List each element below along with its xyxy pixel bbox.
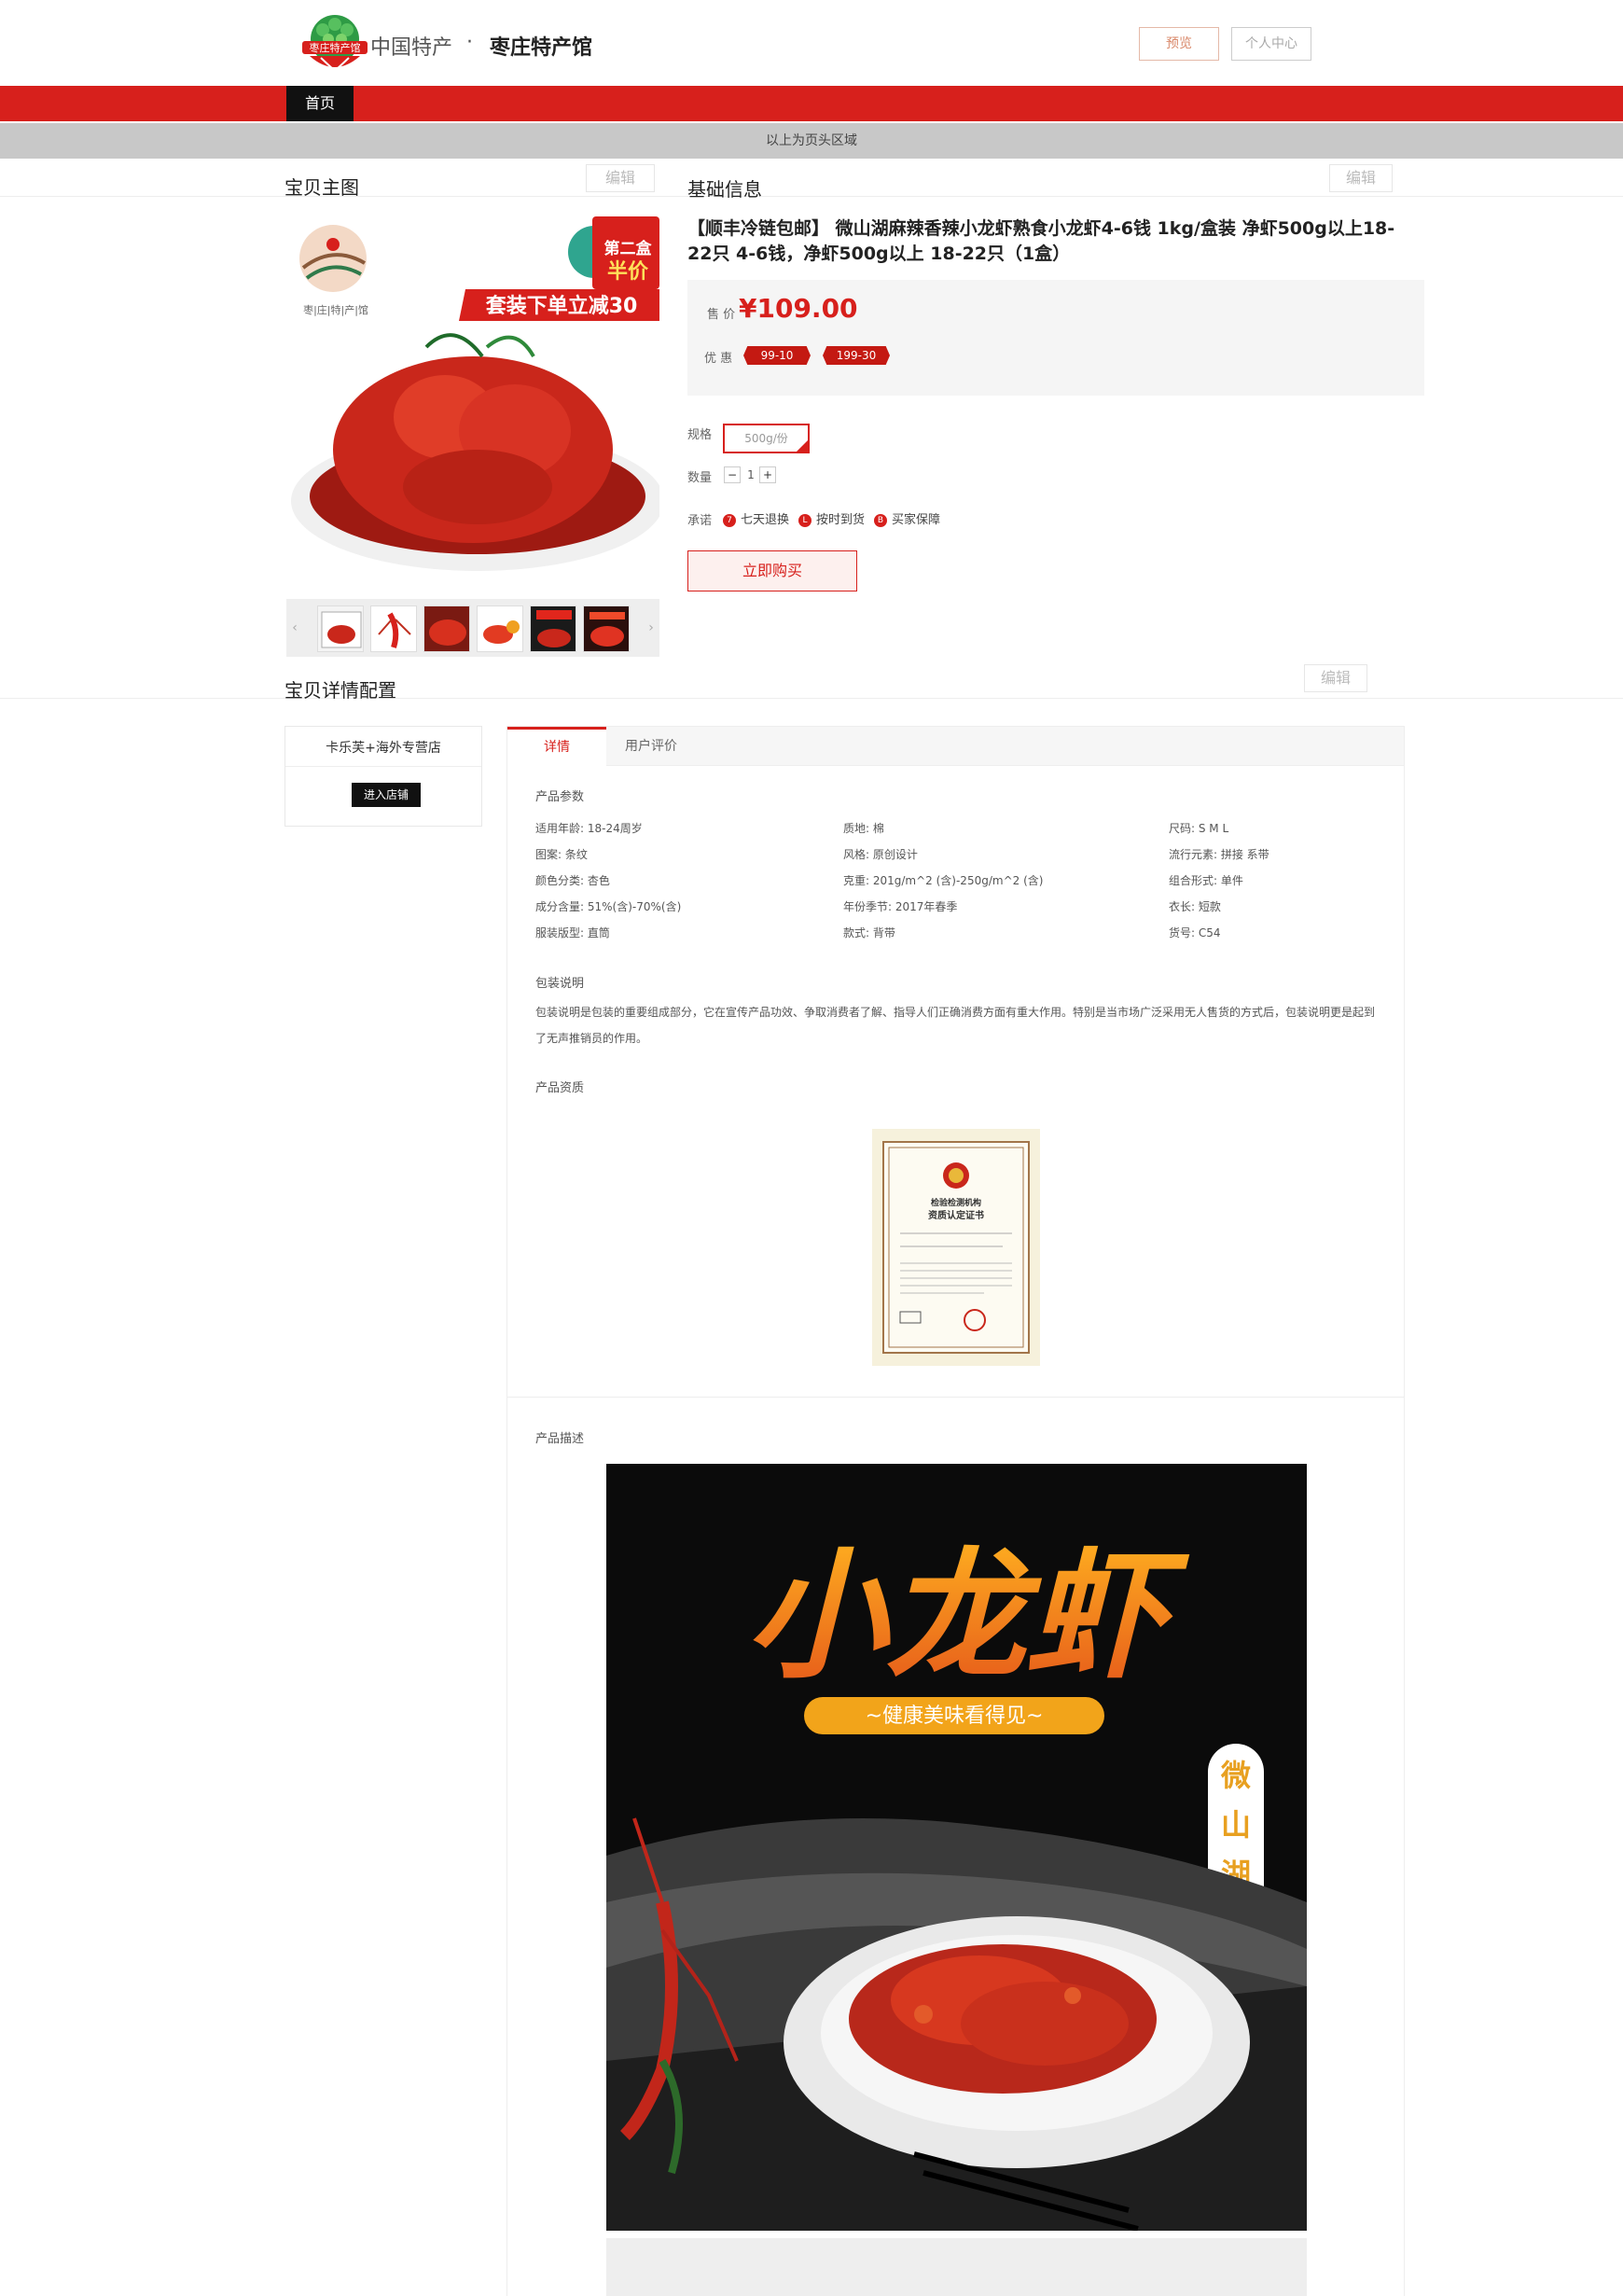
header-area-note: 以上为页头区域 xyxy=(0,123,1623,159)
divider xyxy=(507,1397,1404,1398)
thumbnail[interactable] xyxy=(423,605,470,652)
buy-now-button[interactable]: 立即购买 xyxy=(687,550,857,591)
shop-card: 卡乐芙+海外专营店 进入店铺 xyxy=(284,726,482,827)
top-bar: 枣庄特产馆 中国特产 · 枣庄特产馆 预览 个人中心 xyxy=(0,0,1623,86)
enter-shop-button[interactable]: 进入店铺 xyxy=(352,783,421,807)
param-item: 款式: 背带 xyxy=(843,926,895,939)
basic-info-title: 基础信息 xyxy=(687,178,762,201)
product-title: 【顺丰冷链包邮】 微山湖麻辣香辣小龙虾熟食小龙虾4-6钱 1kg/盒装 净虾50… xyxy=(687,218,1395,264)
param-item: 服装版型: 直筒 xyxy=(535,926,610,939)
cert-title-2: 资质认定证书 xyxy=(928,1209,984,1221)
logo-text: 枣庄特产馆 xyxy=(310,41,361,54)
seven-day-return-icon: 7 xyxy=(723,513,736,527)
promise-text: 七天退换 xyxy=(741,513,790,527)
qty-minus-button[interactable]: − xyxy=(724,466,741,483)
discount-label: 优 惠 xyxy=(704,352,733,366)
page: 枣庄特产馆 中国特产 · 枣庄特产馆 预览 个人中心 首页 以上为页头区域 宝贝… xyxy=(0,0,1623,2296)
packing-text: 包装说明是包装的重要组成部分，它在宣传产品功效、争取消费者了解、指导人们正确消费… xyxy=(535,1006,1376,1045)
promise-on-time: L 按时到货 xyxy=(798,509,865,527)
promise-text: 按时到货 xyxy=(816,513,866,527)
detail-tabs: 详情 用户评价 xyxy=(507,727,1404,766)
divider xyxy=(285,766,481,767)
brand-secondary: 枣庄特产馆 xyxy=(490,36,593,60)
quality-title: 产品资质 xyxy=(535,1081,585,1095)
promise-label: 承诺 xyxy=(687,514,713,528)
desc-title: 产品描述 xyxy=(535,1432,585,1446)
tab-detail[interactable]: 详情 xyxy=(507,727,606,766)
qty-input[interactable]: 1 xyxy=(742,466,759,483)
product-poster-image[interactable]: 小龙虾 ~健康美味看得见~ 微 山 湖 特 产 xyxy=(606,1464,1307,2231)
divider xyxy=(0,698,1623,699)
spec-option-text: 500g/份 xyxy=(744,432,788,445)
clock-icon: L xyxy=(798,513,812,527)
nav-home-tab[interactable]: 首页 xyxy=(286,86,354,121)
param-item: 适用年龄: 18-24周岁 xyxy=(535,822,643,835)
promise-text: 买家保障 xyxy=(892,513,941,527)
nav-bar: 首页 xyxy=(0,86,1623,121)
detail-panel: 详情 用户评价 产品参数 适用年龄: 18-24周岁 质地: 棉 尺码: S M… xyxy=(506,726,1405,2296)
brand-logo[interactable]: 枣庄特产馆 xyxy=(300,11,369,77)
poster-title: 小龙虾 xyxy=(746,1534,1190,1698)
shop-name: 卡乐芙+海外专营店 xyxy=(326,741,441,756)
product-poster-image-2[interactable] xyxy=(606,2238,1307,2296)
poster-vertical-char: 微 xyxy=(1220,1758,1251,1793)
thumbnail[interactable] xyxy=(370,605,417,652)
param-item: 尺码: S M L xyxy=(1169,822,1229,835)
divider xyxy=(0,196,1623,197)
preview-button[interactable]: 预览 xyxy=(1139,27,1219,61)
param-item: 克重: 201g/m^2 (含)-250g/m^2 (含) xyxy=(843,874,1044,887)
spec-option[interactable]: 500g/份 xyxy=(723,424,810,453)
thumbnail[interactable] xyxy=(583,605,630,652)
price-value: ¥109.00 xyxy=(739,293,858,324)
param-item: 年份季节: 2017年春季 xyxy=(843,900,958,913)
price-panel: 售 价 ¥109.00 优 惠 99-10 199-30 xyxy=(687,280,1424,396)
crayfish-image: 枣|庄|特|产|馆 第二盒 半价 套装下单立减30 xyxy=(286,216,659,590)
poster-vertical-char: 山 xyxy=(1221,1807,1251,1843)
promo-banner: 套装下单立减30 xyxy=(486,294,638,318)
param-item: 组合形式: 单件 xyxy=(1169,874,1243,887)
user-center-button[interactable]: 个人中心 xyxy=(1231,27,1311,61)
cert-title-1: 检验检测机构 xyxy=(931,1197,981,1208)
thumbnail[interactable] xyxy=(317,605,364,652)
thumb-next-button[interactable]: › xyxy=(643,599,659,657)
param-item: 成分含量: 51%(含)-70%(含) xyxy=(535,900,682,913)
price-label: 售 价 xyxy=(707,308,736,322)
packing-title: 包装说明 xyxy=(535,977,585,991)
coupon-badge[interactable]: 199-30 xyxy=(823,346,890,365)
thumbnail-strip: ‹ › xyxy=(286,599,659,657)
thumbnail[interactable] xyxy=(530,605,576,652)
param-item: 质地: 棉 xyxy=(843,822,884,835)
params-title: 产品参数 xyxy=(535,790,585,804)
param-item: 颜色分类: 杏色 xyxy=(535,874,610,887)
promise-seven-day: 7 七天退换 xyxy=(723,509,789,527)
promo-line-1: 第二盒 xyxy=(604,239,653,258)
param-item: 风格: 原创设计 xyxy=(843,848,918,861)
thumb-prev-button[interactable]: ‹ xyxy=(286,599,303,657)
main-image-edit-button[interactable]: 编辑 xyxy=(586,164,655,192)
promo-line-2: 半价 xyxy=(607,260,649,284)
param-item: 流行元素: 拼接 系带 xyxy=(1169,848,1269,861)
thumbnail[interactable] xyxy=(477,605,523,652)
brand-separator: · xyxy=(466,31,473,54)
detail-config-title: 宝贝详情配置 xyxy=(284,679,396,702)
coupon-badge[interactable]: 99-10 xyxy=(743,346,811,365)
poster-subtitle: ~健康美味看得见~ xyxy=(866,1705,1044,1728)
qty-label: 数量 xyxy=(687,471,713,485)
main-image-title: 宝贝主图 xyxy=(284,176,359,199)
qty-plus-button[interactable]: + xyxy=(759,466,776,483)
param-item: 衣长: 短款 xyxy=(1169,900,1221,913)
certificate-image[interactable]: 检验检测机构 资质认定证书 xyxy=(872,1129,1040,1366)
spec-label: 规格 xyxy=(687,428,713,442)
shield-icon: B xyxy=(874,513,887,527)
param-item: 货号: C54 xyxy=(1169,926,1221,939)
brand-primary: 中国特产 xyxy=(370,36,453,60)
product-main-image[interactable]: 枣|庄|特|产|馆 第二盒 半价 套装下单立减30 xyxy=(286,216,659,590)
param-item: 图案: 条纹 xyxy=(535,848,588,861)
promise-guarantee: B 买家保障 xyxy=(874,509,940,527)
basic-info-edit-button[interactable]: 编辑 xyxy=(1329,164,1393,192)
selected-corner-icon xyxy=(797,440,808,452)
tab-reviews[interactable]: 用户评价 xyxy=(606,727,696,766)
detail-edit-button[interactable]: 编辑 xyxy=(1304,664,1367,692)
shop-mark-text: 枣|庄|特|产|馆 xyxy=(303,303,368,316)
